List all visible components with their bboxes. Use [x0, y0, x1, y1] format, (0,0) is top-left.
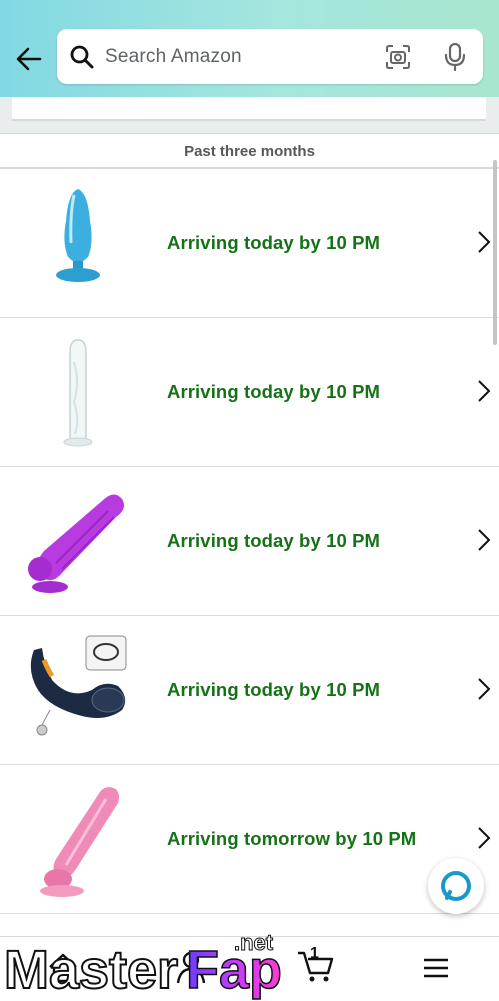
delivery-status: Arriving tomorrow by 10 PM	[167, 828, 417, 849]
order-row[interactable]: Arriving today by 10 PM	[0, 467, 499, 616]
bottom-navigation: 1	[0, 936, 499, 1001]
order-row[interactable]: Arriving tomorrow by 10 PM	[0, 765, 499, 914]
section-title: Past three months	[184, 143, 315, 160]
product-image	[63, 339, 93, 447]
chevron-right-icon	[478, 380, 491, 402]
alexa-button[interactable]	[428, 858, 484, 914]
menu-icon[interactable]	[423, 957, 449, 979]
microphone-icon[interactable]	[441, 42, 469, 72]
order-row[interactable]: Arriving today by 10 PM	[0, 318, 499, 467]
order-row[interactable]: Arriving today by 10 PM	[0, 616, 499, 765]
order-row[interactable]: Arriving today by 10 PM	[0, 169, 499, 318]
back-arrow-icon[interactable]	[14, 44, 44, 74]
alexa-icon	[441, 871, 471, 901]
account-icon[interactable]	[176, 949, 206, 985]
order-list: Arriving today by 10 PM Arriving today b…	[0, 167, 499, 954]
delivery-status: Arriving today by 10 PM	[167, 679, 381, 700]
section-header: Past three months	[0, 133, 499, 168]
camera-scan-icon[interactable]	[384, 43, 412, 71]
top-header: Search Amazon	[0, 0, 499, 97]
search-input[interactable]: Search Amazon	[57, 29, 483, 84]
cart-count-badge: 1	[310, 945, 319, 962]
home-icon[interactable]	[46, 951, 80, 985]
delivery-status: Arriving today by 10 PM	[167, 530, 381, 551]
product-image	[28, 494, 124, 593]
search-placeholder: Search Amazon	[105, 46, 242, 67]
product-image	[40, 787, 119, 897]
chevron-right-icon	[478, 231, 491, 253]
search-icon	[70, 45, 94, 69]
chevron-right-icon	[478, 529, 491, 551]
product-image	[30, 635, 127, 736]
chevron-right-icon	[478, 678, 491, 700]
delivery-status: Arriving today by 10 PM	[167, 381, 381, 402]
previous-card-edge	[12, 97, 486, 121]
delivery-status: Arriving today by 10 PM	[167, 232, 381, 253]
product-image	[56, 189, 100, 282]
scrollbar[interactable]	[493, 160, 497, 345]
chevron-right-icon	[478, 827, 491, 849]
